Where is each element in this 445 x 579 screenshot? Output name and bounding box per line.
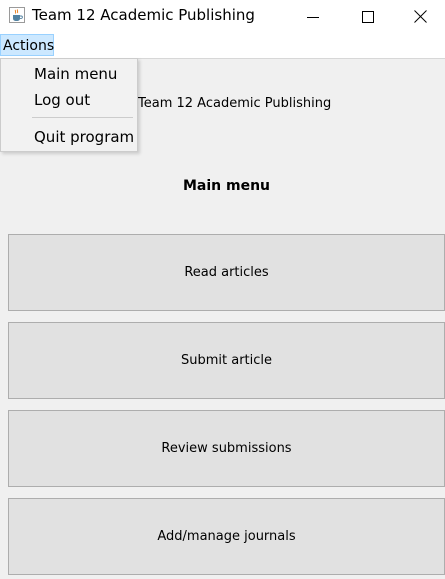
review-submissions-button[interactable]: Review submissions [8,410,445,487]
menu-bar: Actions [0,33,445,59]
actions-dropdown-menu: Main menu Log out Quit program [0,58,138,152]
menu-item-main-menu[interactable]: Main menu [34,65,117,83]
close-icon [413,10,427,23]
menu-item-log-out[interactable]: Log out [34,91,90,109]
add-manage-journals-button[interactable]: Add/manage journals [8,498,445,575]
close-button[interactable] [395,0,445,33]
page-title: Main menu [182,178,271,194]
maximize-button[interactable] [340,0,395,33]
title-bar: Team 12 Academic Publishing [0,0,445,33]
minimize-button[interactable] [285,0,340,33]
app-header-label: Team 12 Academic Publishing [138,96,332,111]
menu-actions[interactable]: Actions [0,34,54,56]
maximize-icon [361,10,374,23]
menu-item-quit-program[interactable]: Quit program [34,128,134,146]
window-title: Team 12 Academic Publishing [32,6,255,24]
menu-separator [32,117,133,118]
submit-article-button[interactable]: Submit article [8,322,445,399]
java-coffee-cup-icon [8,6,26,24]
minimize-icon [306,16,319,18]
read-articles-button[interactable]: Read articles [8,234,445,311]
